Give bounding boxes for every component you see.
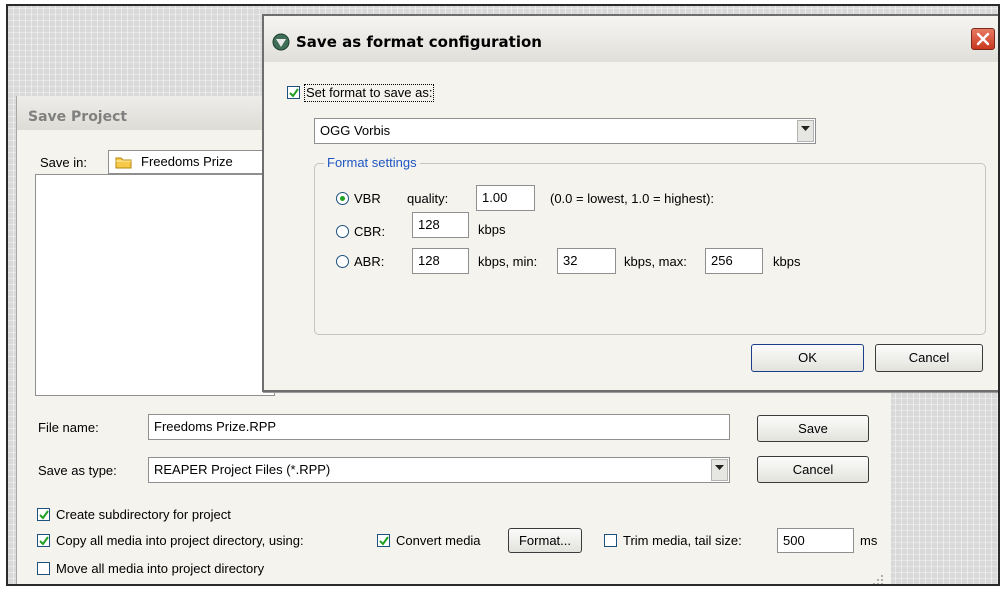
create-subdirectory-checkbox[interactable] bbox=[37, 508, 50, 521]
chevron-down-icon[interactable] bbox=[797, 120, 814, 142]
set-format-checkbox[interactable] bbox=[287, 86, 300, 99]
move-media-label: Move all media into project directory bbox=[56, 561, 265, 576]
cancel-button[interactable]: Cancel bbox=[757, 456, 869, 483]
folder-icon bbox=[115, 157, 132, 169]
file-list[interactable] bbox=[35, 174, 275, 396]
create-subdirectory-label: Create subdirectory for project bbox=[56, 507, 231, 522]
checkmark-icon bbox=[39, 536, 49, 546]
abr-min-input[interactable]: 32 bbox=[557, 248, 616, 274]
tail-size-input[interactable]: 500 bbox=[777, 528, 854, 553]
save-button[interactable]: Save bbox=[757, 415, 869, 442]
move-media-checkbox[interactable] bbox=[37, 562, 50, 575]
abr-bitrate-input[interactable]: 128 bbox=[412, 248, 469, 274]
vbr-hint: (0.0 = lowest, 1.0 = highest): bbox=[550, 191, 715, 206]
abr-label: ABR: bbox=[354, 254, 385, 269]
cbr-unit: kbps bbox=[478, 222, 506, 237]
abr-radio[interactable] bbox=[336, 255, 349, 268]
convert-media-checkbox[interactable] bbox=[377, 534, 390, 547]
checkmark-icon bbox=[39, 510, 49, 520]
format-dialog-title: Save as format configuration bbox=[296, 33, 542, 51]
abr-max-input[interactable]: 256 bbox=[705, 248, 763, 274]
trim-media-checkbox[interactable] bbox=[604, 534, 617, 547]
trim-media-label: Trim media, tail size: bbox=[623, 533, 742, 548]
ok-button[interactable]: OK bbox=[751, 344, 864, 372]
save-as-type-value: REAPER Project Files (*.RPP) bbox=[154, 462, 331, 477]
close-icon bbox=[976, 32, 990, 46]
cbr-bitrate-input[interactable]: 128 bbox=[412, 212, 469, 238]
abr-unit: kbps bbox=[773, 254, 801, 269]
abr-max-label: kbps, max: bbox=[624, 254, 687, 269]
vbr-quality-label: quality: bbox=[407, 191, 449, 206]
vbr-quality-input[interactable]: 1.00 bbox=[476, 185, 535, 211]
format-select[interactable]: OGG Vorbis bbox=[314, 118, 816, 144]
save-in-label: Save in: bbox=[40, 155, 87, 170]
tail-size-unit: ms bbox=[860, 533, 878, 548]
close-button[interactable] bbox=[971, 28, 995, 50]
file-name-input[interactable]: Freedoms Prize.RPP bbox=[148, 414, 730, 440]
cbr-radio[interactable] bbox=[336, 225, 349, 238]
cbr-label: CBR: bbox=[354, 224, 386, 239]
copy-media-checkbox[interactable] bbox=[37, 534, 50, 547]
save-project-title: Save Project bbox=[28, 109, 128, 125]
format-button[interactable]: Format... bbox=[508, 528, 582, 553]
copy-media-label: Copy all media into project directory, u… bbox=[56, 533, 304, 548]
resize-grip-icon[interactable] bbox=[872, 574, 884, 586]
vbr-radio[interactable] bbox=[336, 192, 349, 205]
format-cancel-button[interactable]: Cancel bbox=[875, 344, 983, 372]
checkmark-icon bbox=[289, 88, 299, 98]
set-format-label: Set format to save as: bbox=[303, 84, 435, 102]
abr-min-label: kbps, min: bbox=[478, 254, 538, 269]
format-value: OGG Vorbis bbox=[320, 123, 391, 138]
screenshot-frame: Save Project Save in: Freedoms Prize Fil… bbox=[6, 4, 1000, 586]
file-name-label: File name: bbox=[38, 420, 99, 435]
convert-media-label: Convert media bbox=[396, 533, 481, 548]
save-as-type-select[interactable]: REAPER Project Files (*.RPP) bbox=[148, 457, 730, 483]
chevron-down-icon[interactable] bbox=[711, 459, 728, 481]
radio-selected-dot bbox=[340, 196, 345, 201]
reaper-logo-icon bbox=[272, 33, 290, 51]
format-settings-label: Format settings bbox=[324, 155, 420, 171]
save-in-combo[interactable]: Freedoms Prize bbox=[108, 150, 268, 174]
save-as-type-label: Save as type: bbox=[38, 463, 117, 478]
checkmark-icon bbox=[379, 536, 389, 546]
vbr-label: VBR bbox=[354, 191, 381, 206]
save-in-value: Freedoms Prize bbox=[141, 154, 233, 169]
